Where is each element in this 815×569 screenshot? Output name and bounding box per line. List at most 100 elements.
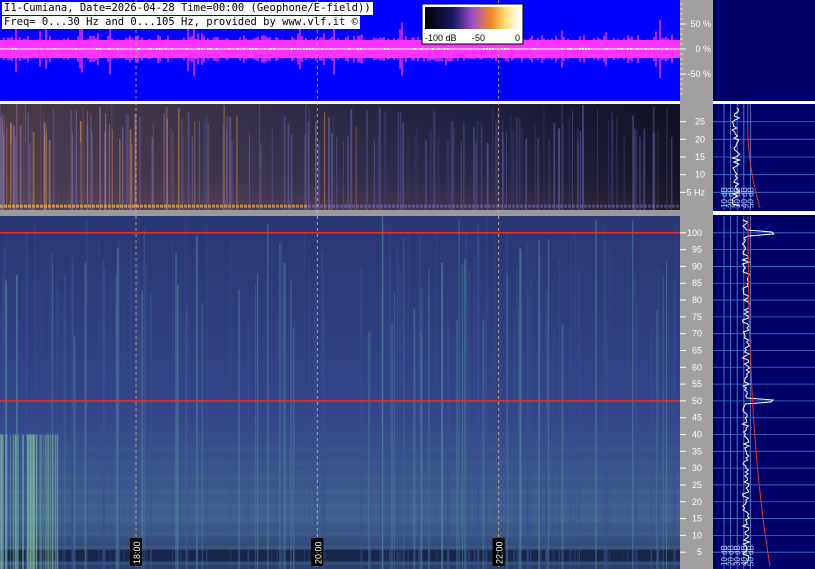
spectrum-profile-separator bbox=[713, 211, 815, 215]
spectrogram-low-floor bbox=[600, 204, 603, 208]
spectrogram-low-floor bbox=[228, 204, 231, 208]
spectrogram-low-floor bbox=[536, 204, 539, 208]
spectrogram-low-floor bbox=[644, 204, 647, 208]
waveform-tick-label: 0 % bbox=[695, 44, 711, 54]
spectrogram-low-floor bbox=[240, 204, 243, 208]
spectrogram-low-floor bbox=[632, 204, 635, 208]
spectrogram-low-floor bbox=[500, 204, 503, 208]
spectrogram-low-floor bbox=[72, 204, 75, 208]
spectrogram-low-floor bbox=[0, 204, 3, 208]
spectrogram-low-floor bbox=[100, 204, 103, 208]
spectrogram-low-floor bbox=[592, 204, 595, 208]
spectrogram-low-floor bbox=[68, 204, 71, 208]
spectrogram-low-floor bbox=[408, 204, 411, 208]
spectrogram-low-floor bbox=[252, 204, 255, 208]
profile-tick-label: 50 dB bbox=[746, 187, 755, 208]
spectrogram-low-tick-label: 25 bbox=[695, 117, 705, 127]
spectrogram-low-floor bbox=[116, 204, 119, 208]
spectrogram-low-floor bbox=[332, 204, 335, 208]
spectrogram-low-tick-label: 5 Hz bbox=[686, 187, 705, 197]
spectrogram-low-floor bbox=[256, 204, 259, 208]
spectrogram-high-tick-label: 60 bbox=[692, 362, 702, 372]
time-label: 20:00 bbox=[313, 541, 323, 564]
spectrogram-low-floor bbox=[448, 204, 451, 208]
spectrogram-low-floor bbox=[584, 204, 587, 208]
spectrogram-low-floor bbox=[212, 204, 215, 208]
spectrogram-low-floor bbox=[508, 204, 511, 208]
spectrogram-low-floor bbox=[324, 204, 327, 208]
colorbar-gradient bbox=[425, 7, 520, 29]
spectrogram-low-floor bbox=[404, 204, 407, 208]
spectrogram-low-tick-label: 10 bbox=[695, 170, 705, 180]
spectrogram-low-floor bbox=[92, 204, 95, 208]
spectrogram-low-floor bbox=[564, 204, 567, 208]
spectrogram-low-floor bbox=[472, 204, 475, 208]
spectrogram-low-floor bbox=[232, 204, 235, 208]
spectrogram-low-floor bbox=[452, 204, 455, 208]
spectrogram-low-floor bbox=[60, 204, 63, 208]
spectrogram-low-floor bbox=[456, 204, 459, 208]
spectrogram-low-floor bbox=[156, 204, 159, 208]
spectrogram-low-floor bbox=[612, 204, 615, 208]
panel-separator bbox=[0, 101, 680, 104]
spectrogram-low-floor bbox=[216, 204, 219, 208]
time-label: 18:00 bbox=[132, 541, 142, 564]
spectrogram-high-tick-label: 80 bbox=[692, 295, 702, 305]
spectrogram-low-floor bbox=[248, 204, 251, 208]
spectrogram-low-floor bbox=[444, 204, 447, 208]
spectrogram-low-floor bbox=[620, 204, 623, 208]
spectrogram-low-floor bbox=[312, 204, 315, 208]
spectrogram-low-floor bbox=[648, 204, 651, 208]
spectrogram-low-floor bbox=[288, 204, 291, 208]
spectrogram-low-floor bbox=[12, 204, 15, 208]
spectrogram-low-floor bbox=[428, 204, 431, 208]
spectrogram-low-floor bbox=[172, 204, 175, 208]
spectrogram-low-floor bbox=[24, 204, 27, 208]
spectrogram-low-floor bbox=[364, 204, 367, 208]
spectrogram-low-floor bbox=[636, 204, 639, 208]
waveform-tick-label: -50 % bbox=[687, 69, 711, 79]
spectrogram-low-floor bbox=[260, 204, 263, 208]
colorbar-tick-mid: -50 bbox=[472, 33, 485, 43]
spectrogram-low-floor bbox=[52, 204, 55, 208]
spectrogram-low-floor bbox=[608, 204, 611, 208]
spectrogram-low-floor bbox=[320, 204, 323, 208]
spectrogram-high-tick-label: 40 bbox=[692, 430, 702, 440]
spectrogram-high-tick-label: 65 bbox=[692, 345, 702, 355]
spectrogram-low-floor bbox=[436, 204, 439, 208]
spectrogram-low-floor bbox=[308, 204, 311, 208]
spectrogram-low-floor bbox=[460, 204, 463, 208]
spectrogram-low-floor bbox=[640, 204, 643, 208]
spectrogram-low-floor bbox=[544, 204, 547, 208]
spectrum-profile-separator bbox=[713, 101, 815, 104]
chart-subtitle: Freq= 0...30 Hz and 0...105 Hz, provided… bbox=[2, 16, 361, 29]
spectrogram-low-floor bbox=[376, 204, 379, 208]
spectrogram-low-floor bbox=[124, 204, 127, 208]
spectrogram-low-floor bbox=[520, 204, 523, 208]
spectrogram-high-tick-label: 85 bbox=[692, 278, 702, 288]
spectrogram-low-floor bbox=[384, 204, 387, 208]
spectrogram-low-floor bbox=[192, 204, 195, 208]
spectrogram-low-floor bbox=[40, 204, 43, 208]
spectrogram-low-floor bbox=[76, 204, 79, 208]
spectrogram-low-floor bbox=[356, 204, 359, 208]
spectrogram-low-floor bbox=[108, 204, 111, 208]
spectrogram-low-floor bbox=[368, 204, 371, 208]
spectrogram-low-floor bbox=[652, 204, 655, 208]
spectrogram-low-floor bbox=[604, 204, 607, 208]
spectrogram-low-floor bbox=[264, 204, 267, 208]
spectrogram-low-floor bbox=[656, 204, 659, 208]
time-label: 22:00 bbox=[495, 541, 505, 564]
colorbar-tick-max: 0 bbox=[515, 33, 520, 43]
spectrogram-high-tick-label: 25 bbox=[692, 480, 702, 490]
spectrogram-low-floor bbox=[32, 204, 35, 208]
spectrogram-high-tick-label: 5 bbox=[697, 547, 702, 557]
spectrogram-low-floor bbox=[340, 204, 343, 208]
spectrogram-low-floor bbox=[236, 204, 239, 208]
chart-title: I1-Cumiana, Date=2026-04-28 Time=00:00 (… bbox=[2, 2, 373, 15]
spectrogram-low-floor bbox=[596, 204, 599, 208]
spectrogram-low-floor bbox=[28, 204, 31, 208]
spectrogram-low-floor bbox=[244, 204, 247, 208]
spectrogram-low-floor bbox=[360, 204, 363, 208]
spectrogram-low-floor bbox=[328, 204, 331, 208]
